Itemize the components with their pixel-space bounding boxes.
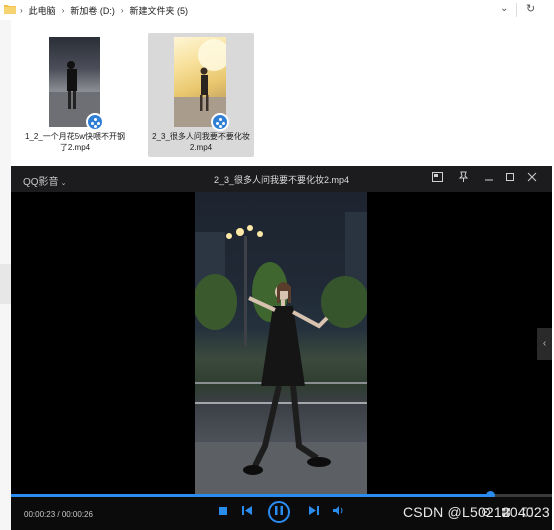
player-titlebar[interactable]: QQ影音 ⌄ 2_3_很多人问我要不要化妆2.mp4 — [11, 166, 552, 192]
pin-icon[interactable] — [455, 171, 471, 187]
video-player-window[interactable]: QQ影音 ⌄ 2_3_很多人问我要不要化妆2.mp4 ‹ 00:00:23 / … — [11, 166, 552, 530]
address-actions: ⌄ ↻ — [480, 0, 554, 20]
current-time: 00:00:23 — [24, 510, 56, 519]
maximize-icon[interactable] — [502, 171, 518, 187]
qq-player-badge-icon — [211, 113, 229, 131]
file-name: 1_2_一个月花5w快喂不开钢了2.mp4 — [24, 132, 126, 152]
total-time: 00:00:26 — [61, 510, 93, 519]
video-frame[interactable] — [195, 192, 367, 494]
miniplayer-icon[interactable] — [429, 171, 445, 187]
chevron-down-icon[interactable]: ⌄ — [500, 3, 508, 14]
video-scene — [195, 212, 367, 494]
divider — [516, 3, 517, 17]
file-name: 2_3_很多人问我要不要化妆2.mp4 — [152, 132, 250, 152]
time-display: 00:00:23 / 00:00:26 — [24, 510, 93, 519]
volume-icon[interactable] — [333, 506, 344, 520]
refresh-icon[interactable]: ↻ — [526, 2, 535, 15]
nav-pane-scroll-marker — [0, 264, 11, 304]
player-brand: QQ影音 — [23, 177, 59, 188]
file-item-selected[interactable]: 2_3_很多人问我要不要化妆2.mp4 — [148, 33, 254, 157]
navigation-pane — [0, 20, 11, 530]
breadcrumb: › 此电脑 › 新加卷 (D:) › 新建文件夹 (5) — [20, 0, 188, 20]
qq-player-badge-icon — [86, 113, 104, 131]
chevron-left-icon[interactable]: ‹ — [537, 328, 552, 360]
watermark: CSDN @L5021204023 — [403, 504, 550, 520]
next-icon[interactable] — [309, 506, 319, 520]
file-item[interactable]: 1_2_一个月花5w快喂不开钢了2.mp4 — [22, 33, 128, 157]
folder-icon — [4, 5, 16, 14]
minimize-icon[interactable] — [481, 171, 497, 187]
address-bar[interactable]: › 此电脑 › 新加卷 (D:) › 新建文件夹 (5) ⌄ ↻ — [0, 0, 554, 20]
stop-icon[interactable] — [219, 506, 227, 520]
breadcrumb-drive[interactable]: 新加卷 (D:) — [70, 4, 115, 17]
pause-icon[interactable] — [268, 501, 290, 523]
breadcrumb-separator: › — [61, 5, 65, 15]
breadcrumb-folder[interactable]: 新建文件夹 (5) — [130, 4, 189, 17]
prev-icon[interactable] — [242, 506, 252, 520]
video-title: 2_3_很多人问我要不要化妆2.mp4 — [213, 175, 350, 185]
breadcrumb-this-pc[interactable]: 此电脑 — [29, 4, 56, 17]
breadcrumb-separator: › — [20, 5, 23, 15]
time-separator: / — [55, 510, 62, 519]
player-brand-menu[interactable]: QQ影音 ⌄ — [23, 173, 66, 188]
chevron-down-icon: ⌄ — [60, 180, 67, 187]
breadcrumb-separator: › — [120, 5, 124, 15]
close-icon[interactable] — [524, 171, 540, 187]
